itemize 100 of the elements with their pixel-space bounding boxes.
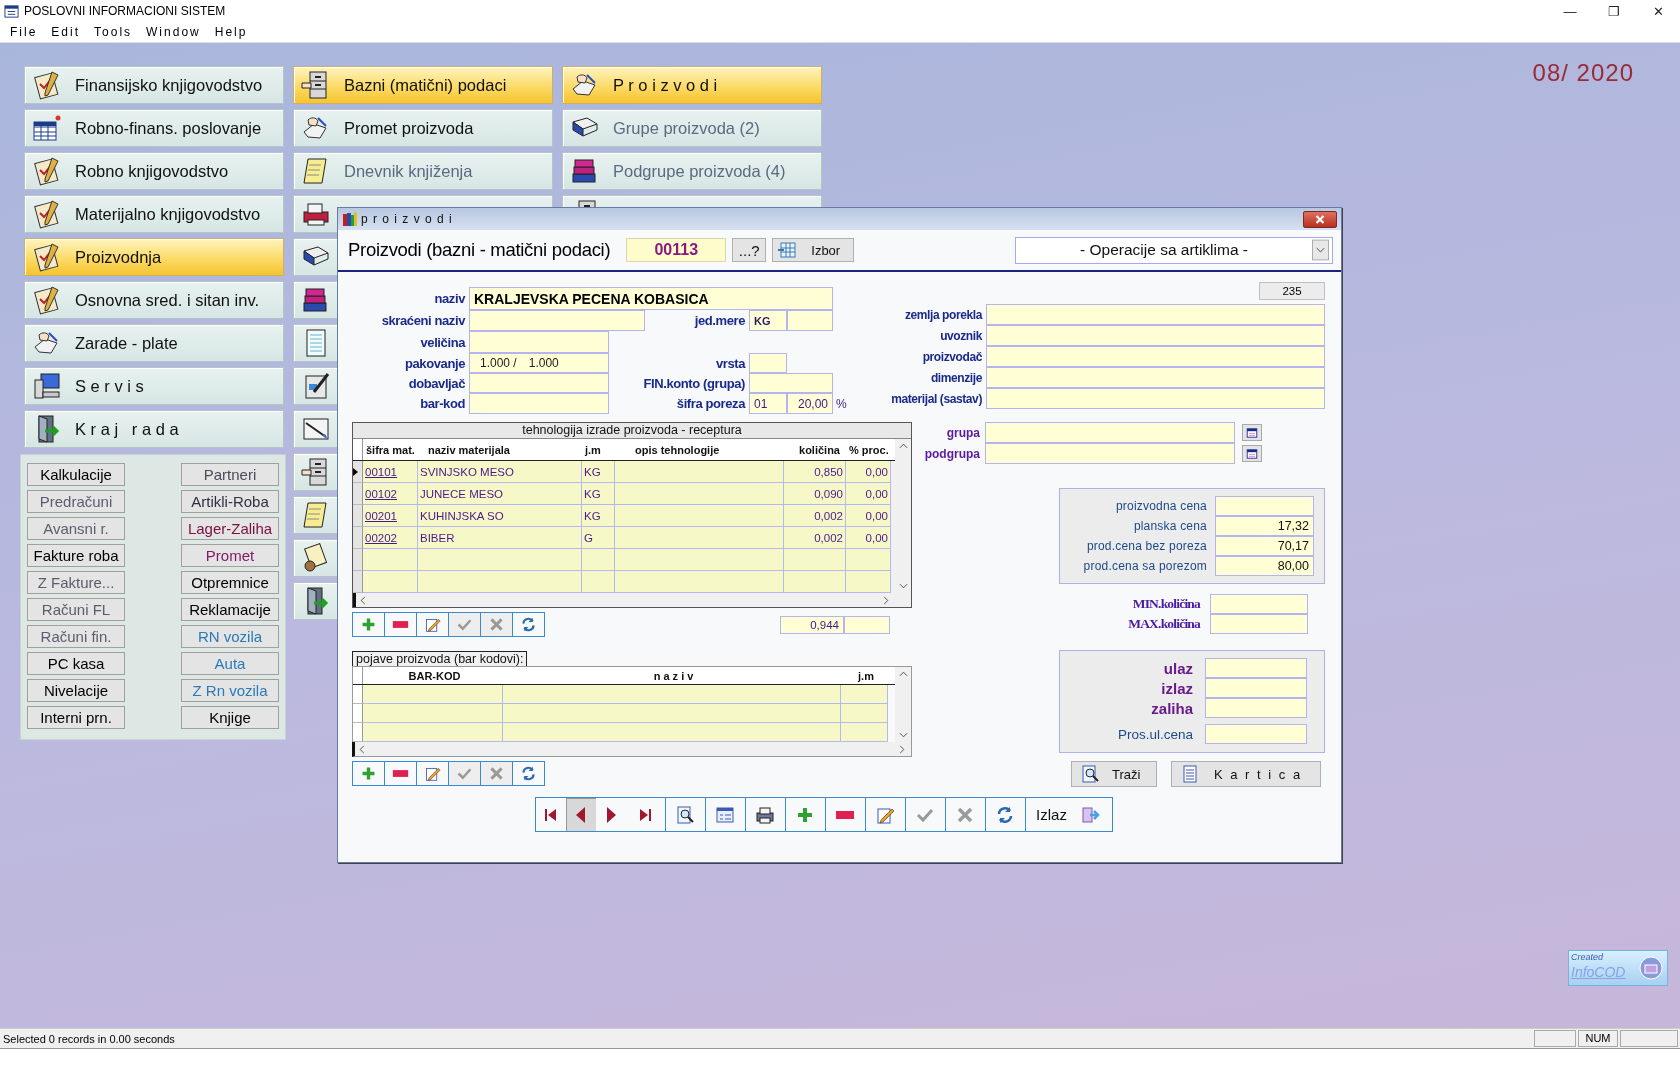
refresh-button[interactable] [512, 761, 545, 786]
text-field[interactable]: 17,32 [1215, 516, 1314, 536]
table-cell[interactable]: 00101 [363, 461, 418, 483]
text-field[interactable] [985, 443, 1235, 464]
shortcut-button[interactable]: Računi fin. [27, 625, 125, 648]
column-header[interactable]: naziv materijala [418, 439, 582, 460]
shortcut-button[interactable]: PC kasa [27, 652, 125, 675]
menu-item[interactable]: Window [146, 25, 201, 39]
table-cell[interactable]: 00201 [363, 505, 418, 527]
module-tile[interactable]: Grupe proizvoda (2) [562, 109, 822, 147]
text-field[interactable] [749, 353, 787, 373]
text-field[interactable] [1205, 698, 1307, 718]
text-field[interactable] [469, 310, 645, 331]
column-header[interactable]: količina [784, 439, 846, 460]
shortcut-button[interactable]: Partneri [181, 463, 279, 486]
shortcut-button[interactable]: RN vozila [181, 625, 279, 648]
module-tile[interactable]: Robno-finans. poslovanje [24, 109, 284, 147]
menu-item[interactable]: Tools [94, 25, 133, 39]
shortcut-button[interactable]: Promet [181, 544, 279, 567]
shortcut-button[interactable]: Auta [181, 652, 279, 675]
text-field[interactable] [986, 325, 1325, 346]
module-tile[interactable]: Osnovna sred. i sitan inv. [24, 281, 284, 319]
text-field[interactable] [787, 310, 833, 331]
text-field[interactable] [1205, 658, 1307, 678]
picker-button[interactable] [1242, 424, 1262, 441]
shortcut-button[interactable]: Kalkulacije [27, 463, 125, 486]
table-cell[interactable]: 00102 [363, 483, 418, 505]
module-tile[interactable]: Bazni (matični) podaci [293, 66, 553, 104]
add-button[interactable] [352, 612, 385, 637]
module-tile[interactable]: Dnevnik knjiženja [293, 152, 553, 190]
shortcut-button[interactable]: Predračuni [27, 490, 125, 513]
column-header[interactable]: n a z i v [503, 667, 841, 684]
text-field[interactable] [469, 331, 609, 353]
text-field[interactable] [986, 346, 1325, 367]
shortcut-button[interactable]: Nivelacije [27, 679, 125, 702]
picker-button[interactable] [1242, 445, 1262, 462]
text-field[interactable]: 01 [749, 393, 787, 414]
shortcut-button[interactable]: Avansni r. [27, 517, 125, 540]
packaging-field[interactable]: 1.000 / 1.000 [469, 353, 609, 373]
module-tile[interactable]: Robno knjigovodstvo [24, 152, 284, 190]
module-tile[interactable]: Zarade - plate [24, 324, 284, 362]
text-field[interactable]: 80,00 [1215, 556, 1314, 576]
window-control[interactable]: ❐ [1592, 3, 1636, 19]
vertical-scrollbar[interactable] [895, 667, 911, 742]
menu-item[interactable]: Help [214, 25, 248, 39]
column-header[interactable]: šifra mat. [363, 439, 418, 460]
shortcut-button[interactable]: Knjige [181, 706, 279, 729]
text-field[interactable] [985, 422, 1235, 443]
text-field[interactable]: KRALJEVSKA PECENA KOBASICA [469, 287, 833, 310]
shortcut-button[interactable]: Računi FL [27, 598, 125, 621]
module-tile[interactable]: P r o i z v o d i [562, 66, 822, 104]
column-header[interactable]: BAR-KOD [363, 667, 503, 684]
window-control[interactable]: — [1548, 3, 1592, 19]
text-field[interactable] [749, 373, 833, 393]
shortcut-button[interactable]: Fakture roba [27, 544, 125, 567]
text-field[interactable] [1205, 678, 1307, 698]
text-field[interactable]: KG [749, 310, 787, 331]
shortcut-button[interactable]: Interni prn. [27, 706, 125, 729]
text-field[interactable] [469, 373, 609, 393]
text-field[interactable] [1210, 614, 1308, 634]
column-header[interactable]: % proc. [846, 439, 891, 460]
module-tile[interactable]: Podgrupe proizvoda (4) [562, 152, 822, 190]
operations-dropdown[interactable]: - Operacije sa artiklima - [1015, 236, 1333, 264]
module-tile[interactable]: Promet proizvoda [293, 109, 553, 147]
text-field[interactable]: 70,17 [1215, 536, 1314, 556]
module-tile[interactable]: Materijalno knjigovodstvo [24, 195, 284, 233]
search-button[interactable]: Traži [1071, 761, 1157, 787]
column-header[interactable]: j.m [582, 439, 615, 460]
shortcut-button[interactable]: Lager-Zaliha [181, 517, 279, 540]
edit-button[interactable] [416, 612, 449, 637]
close-button[interactable] [1303, 210, 1337, 228]
shortcut-button[interactable]: Z Rn vozila [181, 679, 279, 702]
shortcut-button[interactable]: Otpremnice [181, 571, 279, 594]
remove-button[interactable] [384, 761, 417, 786]
shortcut-button[interactable]: Z Fakture... [27, 571, 125, 594]
text-field[interactable] [986, 304, 1325, 325]
refresh-button[interactable] [512, 612, 545, 637]
text-field[interactable] [986, 367, 1325, 388]
text-field[interactable] [1215, 496, 1314, 516]
add-button[interactable] [352, 761, 385, 786]
edit-button[interactable] [416, 761, 449, 786]
choose-button[interactable]: Izbor [772, 238, 855, 262]
module-tile[interactable]: K r a j r a d a [24, 410, 284, 448]
module-tile[interactable]: Proizvodnja [24, 238, 284, 276]
text-field[interactable] [986, 388, 1325, 409]
shortcut-button[interactable]: Artikli-Roba [181, 490, 279, 513]
table-cell[interactable]: 00202 [363, 527, 418, 549]
module-tile[interactable]: Finansijsko knjigovodstvo [24, 66, 284, 104]
remove-button[interactable] [384, 612, 417, 637]
column-header[interactable]: j.m [841, 667, 888, 684]
column-header[interactable]: opis tehnologije [615, 439, 784, 460]
menu-item[interactable]: File [10, 25, 38, 39]
lookup-button[interactable]: ...? [732, 238, 767, 262]
text-field[interactable]: 20,00 [787, 393, 833, 414]
window-control[interactable]: ✕ [1636, 3, 1680, 19]
text-field[interactable] [1210, 594, 1308, 614]
card-button[interactable]: K a r t i c a [1171, 761, 1321, 787]
text-field[interactable] [469, 393, 609, 414]
horizontal-scrollbar[interactable] [352, 742, 912, 757]
menu-item[interactable]: Edit [51, 25, 81, 39]
